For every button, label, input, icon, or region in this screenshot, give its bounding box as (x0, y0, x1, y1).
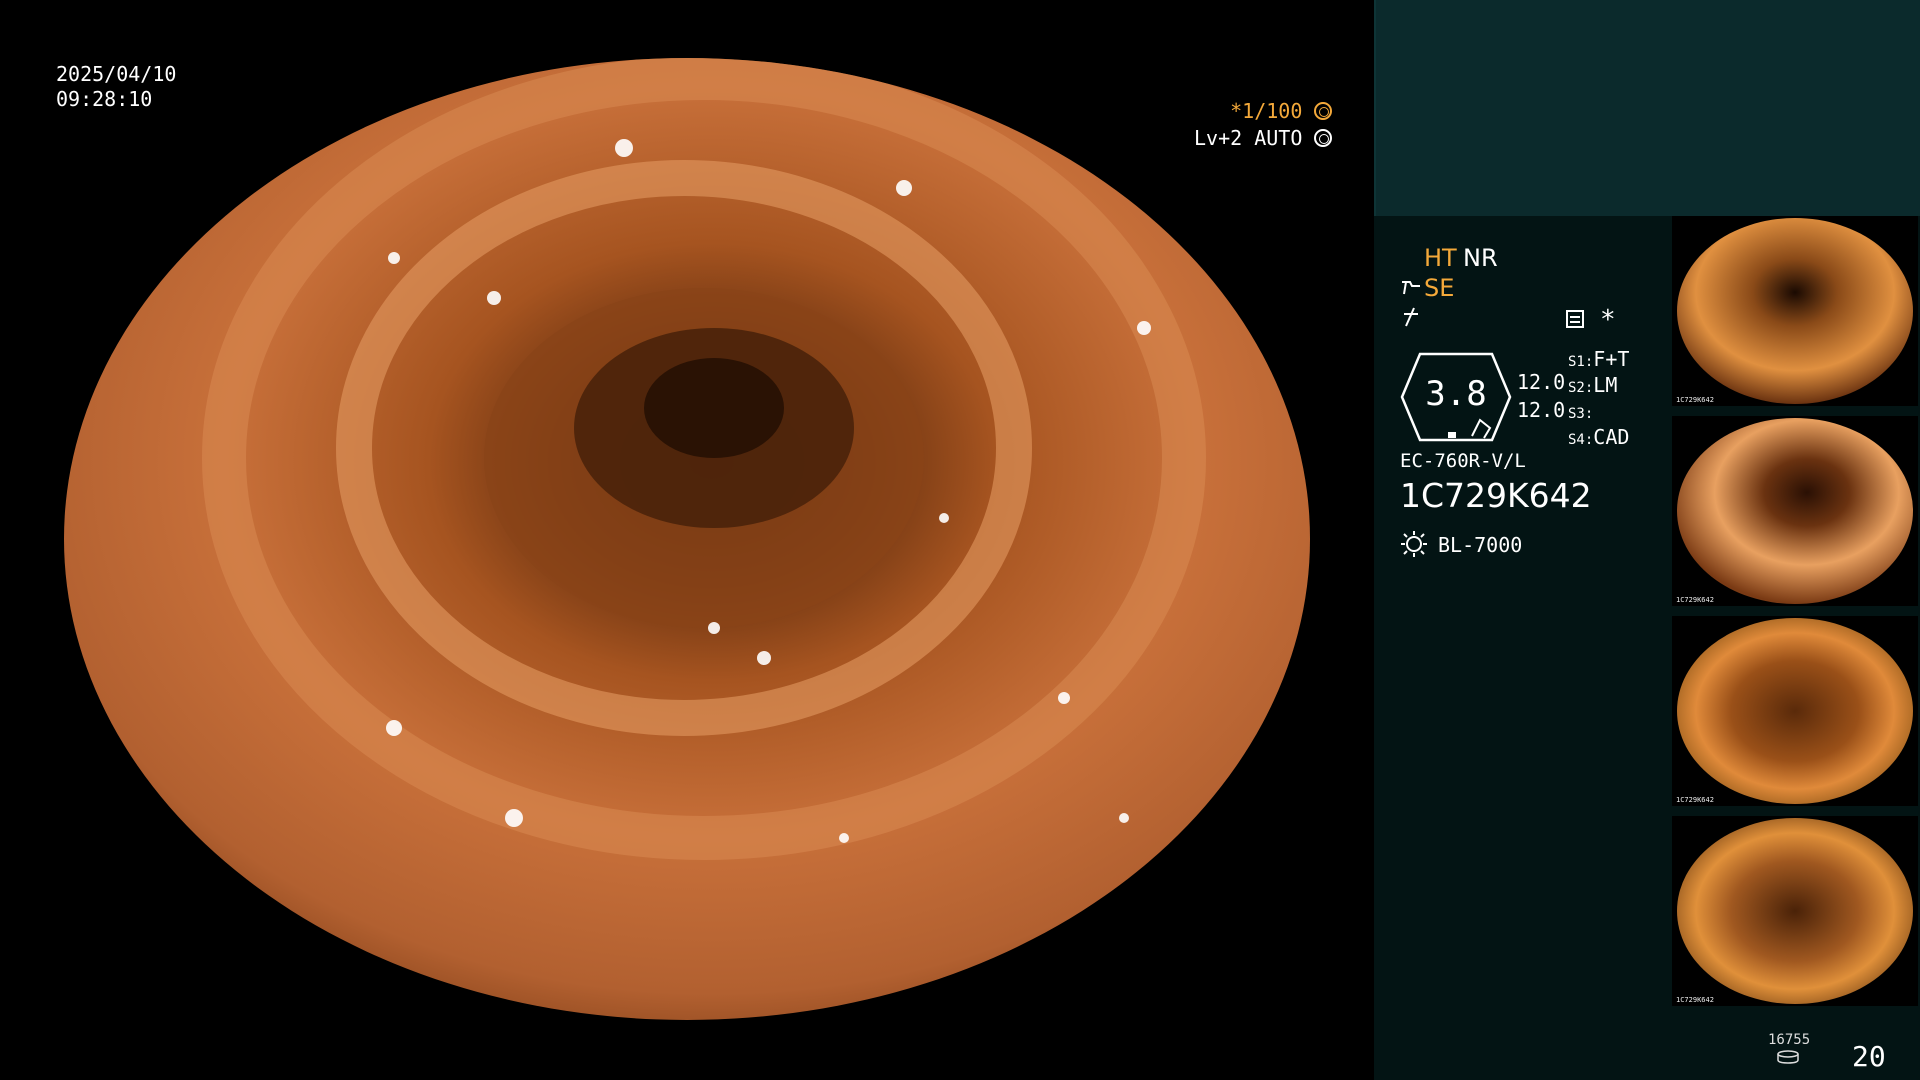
exposure-row: Lv+2 AUTO (1194, 125, 1333, 152)
storage-remaining: 16755 (1768, 1032, 1811, 1048)
thumbnail-3[interactable]: 1C729K642 (1672, 616, 1918, 806)
light-source: BL-7000 (1438, 533, 1523, 557)
date-text: 2025/04/10 (56, 62, 177, 86)
mode-ht-label: HT (1424, 244, 1457, 272)
date-time-overlay: 2025/04/10 09:28:10 (56, 62, 176, 112)
sun-icon (1401, 531, 1427, 557)
shutter-icon (1314, 102, 1333, 120)
freeze-icon (1404, 307, 1418, 327)
switch-s4: S4:CAD (1568, 425, 1630, 449)
time-text: 09:28:10 (56, 87, 153, 111)
scope-serial: 1C729K642 (1400, 476, 1592, 515)
switch-s3: S3: (1568, 406, 1594, 422)
switch-s2: S2:LM (1568, 373, 1618, 397)
scope-model: EC-760R-V/L (1400, 450, 1526, 472)
switch-s1: S1:F+T (1568, 347, 1630, 371)
settings-list-icon (1566, 310, 1584, 328)
thumbnail-id: 1C729K642 (1676, 796, 1714, 804)
star-indicator: * (1600, 305, 1616, 335)
mode-se-label: SE (1424, 274, 1455, 302)
thumbnail-id: 1C729K642 (1676, 996, 1714, 1004)
info-panel-header (1374, 0, 1920, 216)
shutter-row: *1/100 (1194, 98, 1333, 125)
mode-nr-label: NR (1463, 244, 1498, 272)
exposure-text: Lv+2 AUTO (1194, 126, 1303, 150)
thumbnail-id: 1C729K642 (1676, 596, 1714, 604)
mucosa-image (64, 58, 1310, 1020)
thumbnail-2[interactable]: 1C729K642 (1672, 416, 1918, 606)
setting-value-b: 12.0 (1517, 398, 1566, 422)
disk-icon (1777, 1050, 1799, 1064)
image-count: 20 (1852, 1040, 1886, 1073)
thumbnail-4[interactable]: 1C729K642 (1672, 816, 1918, 1006)
thumbnail-1[interactable]: 1C729K642 (1672, 216, 1918, 406)
wrench-icon (1402, 281, 1420, 295)
endoscope-main-view (64, 58, 1310, 1020)
iris-icon (1314, 129, 1333, 147)
shutter-text: *1/100 (1230, 99, 1303, 123)
brightness-value: 3.8 (1425, 374, 1487, 414)
setting-value-a: 12.0 (1517, 370, 1566, 394)
thumbnail-id: 1C729K642 (1676, 396, 1714, 404)
exposure-overlay: *1/100 Lv+2 AUTO (1194, 98, 1333, 152)
